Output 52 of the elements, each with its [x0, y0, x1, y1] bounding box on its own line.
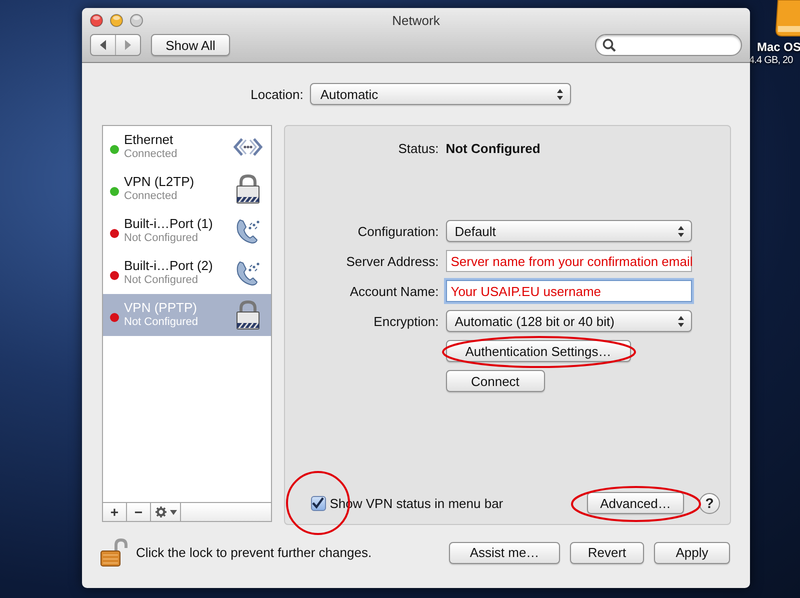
revert-button[interactable]: Revert: [570, 542, 644, 564]
location-label: Location:: [250, 86, 304, 102]
disk-info: 4.4 GB, 20: [749, 54, 793, 67]
gear-icon: [154, 506, 166, 518]
popup-menu[interactable]: Automatic (128 bit or 40 bit): [446, 310, 692, 332]
service-name: VPN (L2TP): [124, 174, 196, 189]
add-button[interactable]: +: [103, 503, 127, 521]
status-label: Status:: [397, 141, 439, 156]
padlock-icon[interactable]: [100, 538, 128, 568]
advanced-button[interactable]: Advanced…: [587, 492, 684, 514]
location-popup[interactable]: Automatic: [310, 83, 572, 105]
input-field[interactable]: Server name from your confirmation email: [446, 250, 692, 272]
field-label: Encryption:: [372, 314, 439, 328]
close-button[interactable]: [90, 14, 103, 27]
updown-arrows-icon: [676, 314, 685, 328]
zoom-button[interactable]: [130, 14, 143, 27]
search-field[interactable]: [595, 34, 742, 56]
status-value: Not Configured: [446, 141, 542, 156]
updown-arrows-icon: [676, 224, 685, 238]
minimize-button[interactable]: [110, 14, 123, 27]
service-name: Built-i…Port (2): [124, 258, 214, 273]
service-status: Connected: [124, 189, 178, 204]
service-item[interactable]: Built-i…Port (2) Not Configured: [103, 252, 271, 294]
service-item[interactable]: Built-i…Port (1) Not Configured: [103, 210, 271, 252]
service-name: Built-i…Port (1): [124, 216, 214, 231]
field-label: Server Address:: [345, 254, 439, 268]
field-label: Configuration:: [356, 224, 439, 238]
caret-icon: [170, 510, 176, 514]
service-name: Ethernet: [124, 132, 174, 147]
service-status: Connected: [124, 147, 178, 162]
authentication-settings-button[interactable]: Authentication Settings…: [446, 340, 631, 362]
service-item[interactable]: VPN (L2TP) Connected: [103, 168, 271, 210]
show-all-button[interactable]: Show All: [151, 34, 230, 56]
checkbox[interactable]: [310, 496, 326, 510]
input-field[interactable]: Your USAIP.EU username: [446, 280, 692, 302]
popup-menu[interactable]: Default: [446, 220, 692, 242]
help-button[interactable]: ?: [699, 492, 720, 514]
search-icon: [602, 38, 616, 52]
assist-button[interactable]: Assist me…: [449, 542, 560, 564]
checkmark-icon: [312, 497, 324, 509]
field-label: Account Name:: [348, 284, 439, 298]
service-name: VPN (PPTP): [124, 300, 198, 315]
apply-button[interactable]: Apply: [654, 542, 730, 564]
service-status: Not Configured: [124, 315, 199, 330]
lock-hint-text: Click the lock to prevent further changes.: [136, 545, 373, 560]
updown-arrows-icon: [556, 88, 564, 100]
service-item[interactable]: Ethernet Connected: [103, 126, 271, 168]
connect-button[interactable]: Connect: [446, 370, 545, 392]
remove-button[interactable]: −: [127, 503, 151, 521]
service-status: Not Configured: [124, 231, 199, 246]
window-title: Network: [392, 12, 440, 28]
service-status: Not Configured: [124, 273, 199, 288]
